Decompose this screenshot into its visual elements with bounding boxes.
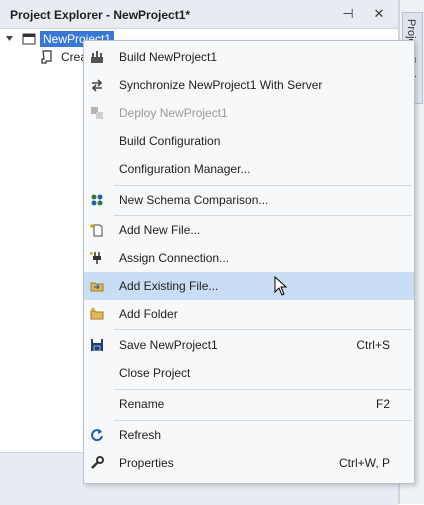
context-menu: Build NewProject1 Synchronize NewProject… <box>83 40 415 484</box>
menu-label-build-configuration: Build Configuration <box>119 134 221 148</box>
menu-item-add-folder[interactable]: Add Folder <box>84 300 414 328</box>
menu-separator <box>114 329 412 330</box>
menu-label-add-existing-file: Add Existing File... <box>119 279 219 293</box>
add-folder-icon <box>90 307 104 320</box>
menu-item-build[interactable]: Build NewProject1 <box>84 43 414 71</box>
menu-label-schema-comparison: New Schema Comparison... <box>119 193 269 207</box>
panel-titlebar: Project Explorer - NewProject1* ⊣ ✕ <box>0 0 398 29</box>
mouse-cursor-icon <box>274 276 288 296</box>
add-new-file-icon <box>90 224 103 237</box>
schema-compare-icon <box>91 194 103 206</box>
menu-item-configuration-manager[interactable]: Configuration Manager... <box>84 155 414 183</box>
connection-plug-icon <box>90 252 101 264</box>
menu-label-properties: Properties <box>119 456 174 470</box>
menu-label-rename: Rename <box>119 397 165 411</box>
menu-item-add-new-file[interactable]: Add New File... <box>84 216 414 244</box>
project-icon <box>22 33 36 45</box>
menu-label-save: Save NewProject1 <box>119 338 218 352</box>
menu-label-configuration-manager: Configuration Manager... <box>119 162 251 176</box>
menu-item-save[interactable]: Save NewProject1 Ctrl+S <box>84 331 414 359</box>
menu-item-rename[interactable]: Rename F2 <box>84 390 414 418</box>
expand-arrow-icon[interactable] <box>6 35 14 43</box>
menu-shortcut-rename: F2 <box>375 397 390 411</box>
sync-icon <box>91 79 103 92</box>
panel-title: Project Explorer - NewProject1* <box>10 8 191 22</box>
wrench-icon <box>91 456 104 469</box>
close-icon[interactable]: ✕ <box>370 5 388 23</box>
menu-label-add-folder: Add Folder <box>119 307 178 321</box>
menu-shortcut-properties: Ctrl+W, P <box>338 456 390 470</box>
refresh-icon <box>91 429 103 442</box>
menu-item-schema-comparison[interactable]: New Schema Comparison... <box>84 186 414 214</box>
menu-item-deploy[interactable]: Deploy NewProject1 <box>84 99 414 127</box>
deploy-icon <box>91 107 103 119</box>
menu-label-close-project: Close Project <box>119 366 191 380</box>
menu-shortcut-save: Ctrl+S <box>356 338 390 352</box>
menu-item-close-project[interactable]: Close Project <box>84 359 414 387</box>
pin-icon[interactable]: ⊣ <box>339 5 357 23</box>
menu-item-assign-connection[interactable]: Assign Connection... <box>84 244 414 272</box>
save-icon <box>91 339 103 352</box>
menu-item-synchronize[interactable]: Synchronize NewProject1 With Server <box>84 71 414 99</box>
build-icon <box>91 51 103 63</box>
script-icon <box>41 50 52 64</box>
menu-label-synchronize: Synchronize NewProject1 With Server <box>119 78 323 92</box>
menu-label-build: Build NewProject1 <box>119 50 218 64</box>
menu-item-properties[interactable]: Properties Ctrl+W, P <box>84 449 414 477</box>
menu-label-refresh: Refresh <box>119 428 162 442</box>
menu-item-add-existing-file[interactable]: Add Existing File... <box>84 272 414 300</box>
menu-label-add-new-file: Add New File... <box>119 223 201 237</box>
menu-label-deploy: Deploy NewProject1 <box>119 106 228 120</box>
menu-item-refresh[interactable]: Refresh <box>84 421 414 449</box>
menu-label-assign-connection: Assign Connection... <box>119 251 230 265</box>
add-existing-file-icon <box>90 282 104 292</box>
menu-item-build-configuration[interactable]: Build Configuration <box>84 127 414 155</box>
